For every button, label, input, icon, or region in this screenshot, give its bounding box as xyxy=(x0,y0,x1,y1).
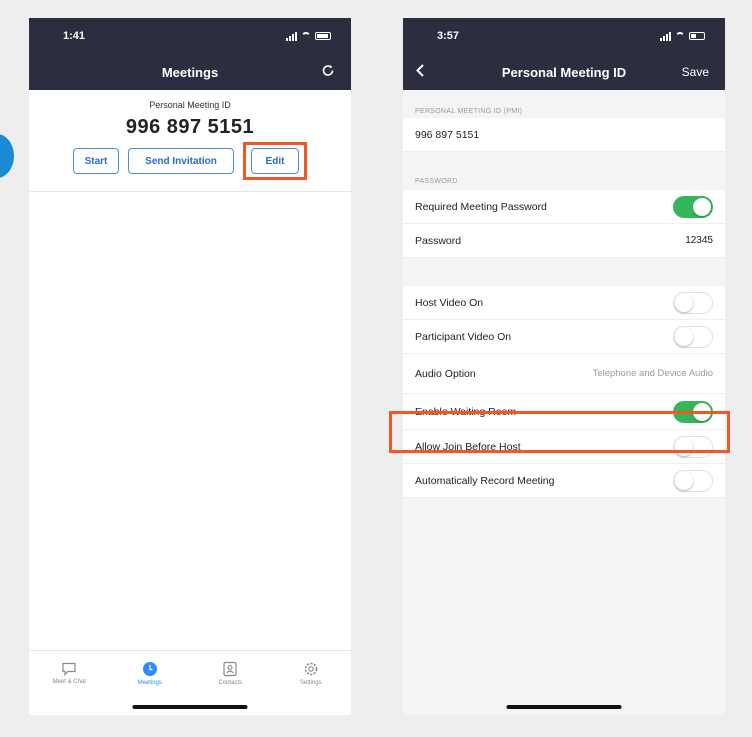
row-label: Participant Video On xyxy=(415,330,512,343)
wifi-icon xyxy=(675,32,685,40)
audio-option-row[interactable]: Audio Option Telephone and Device Audio xyxy=(403,354,725,394)
nav-bar: Personal Meeting ID Save xyxy=(403,54,725,90)
signal-icon xyxy=(286,31,297,41)
save-button[interactable]: Save xyxy=(682,65,709,79)
clock-icon xyxy=(142,661,157,676)
signal-icon xyxy=(660,31,671,41)
contact-card-icon xyxy=(223,661,237,676)
pmi-row: 996 897 5151 xyxy=(403,118,725,152)
audio-option-value: Telephone and Device Audio xyxy=(592,368,713,379)
nav-bar: Meetings xyxy=(29,54,351,90)
pmi-number: 996 897 5151 xyxy=(125,116,255,138)
row-label: Audio Option xyxy=(415,367,476,380)
password-row[interactable]: Password 12345 xyxy=(403,224,725,258)
edit-highlight: Edit xyxy=(243,142,307,180)
status-time: 3:57 xyxy=(437,30,460,42)
battery-icon xyxy=(689,32,705,40)
participant-video-toggle[interactable] xyxy=(673,325,713,348)
home-indicator xyxy=(506,705,622,709)
tab-label: Meetings xyxy=(137,679,162,686)
password-section-label: PASSWORD xyxy=(403,152,725,190)
host-video-toggle[interactable] xyxy=(673,291,713,314)
page-title: Meetings xyxy=(161,64,219,80)
tab-contacts[interactable]: Contacts xyxy=(190,651,271,695)
tab-bar: Meet & Chat Meetings Contacts Settings xyxy=(29,650,351,695)
tab-label: Settings xyxy=(299,679,322,686)
start-button[interactable]: Start xyxy=(73,148,119,174)
status-bar: 3:57 xyxy=(403,18,725,54)
tab-settings[interactable]: Settings xyxy=(271,651,352,695)
pmi-actions: Start Send Invitation Edit xyxy=(29,142,351,180)
row-label: Required Meeting Password xyxy=(415,200,547,213)
row-label: Automatically Record Meeting xyxy=(415,474,555,487)
tab-label: Meet & Chat xyxy=(52,678,86,685)
back-chevron-icon[interactable] xyxy=(415,64,425,81)
participant-video-row[interactable]: Participant Video On xyxy=(403,320,725,354)
edit-button[interactable]: Edit xyxy=(251,148,299,174)
tab-meet-chat[interactable]: Meet & Chat xyxy=(29,651,110,695)
page-title: Personal Meeting ID xyxy=(501,64,627,80)
phone-pmi-settings-screen: 3:57 Personal Meeting ID Save PERSONAL M… xyxy=(403,18,725,715)
status-time: 1:41 xyxy=(63,30,86,42)
pmi-label: Personal Meeting ID xyxy=(149,100,231,110)
step-marker xyxy=(0,134,14,178)
host-video-row[interactable]: Host Video On xyxy=(403,286,725,320)
section-gap xyxy=(403,258,725,286)
battery-icon xyxy=(315,32,331,40)
send-invitation-button[interactable]: Send Invitation xyxy=(128,148,234,174)
password-value: 12345 xyxy=(685,235,713,246)
home-indicator xyxy=(132,705,248,709)
row-label: Host Video On xyxy=(415,296,484,309)
tab-meetings[interactable]: Meetings xyxy=(110,651,191,695)
status-bar: 1:41 xyxy=(29,18,351,54)
pmi-value: 996 897 5151 xyxy=(415,128,480,141)
required-password-row[interactable]: Required Meeting Password xyxy=(403,190,725,224)
status-icons xyxy=(660,31,705,41)
auto-record-row[interactable]: Automatically Record Meeting xyxy=(403,464,725,498)
waiting-room-highlight xyxy=(389,411,730,453)
pmi-card: Personal Meeting ID 996 897 5151 Start S… xyxy=(29,90,351,192)
row-label: Password xyxy=(415,234,462,247)
pmi-section-label: PERSONAL MEETING ID (PMI) xyxy=(403,90,725,118)
required-password-toggle[interactable] xyxy=(673,195,713,218)
auto-record-toggle[interactable] xyxy=(673,469,713,492)
chat-bubble-icon xyxy=(62,662,76,676)
refresh-icon[interactable] xyxy=(321,64,335,81)
tab-label: Contacts xyxy=(218,679,243,686)
phone-meetings-screen: 1:41 Meetings Personal Meeting ID 996 89… xyxy=(29,18,351,715)
status-icons xyxy=(286,31,331,41)
wifi-icon xyxy=(301,32,311,40)
gear-icon xyxy=(304,662,318,675)
